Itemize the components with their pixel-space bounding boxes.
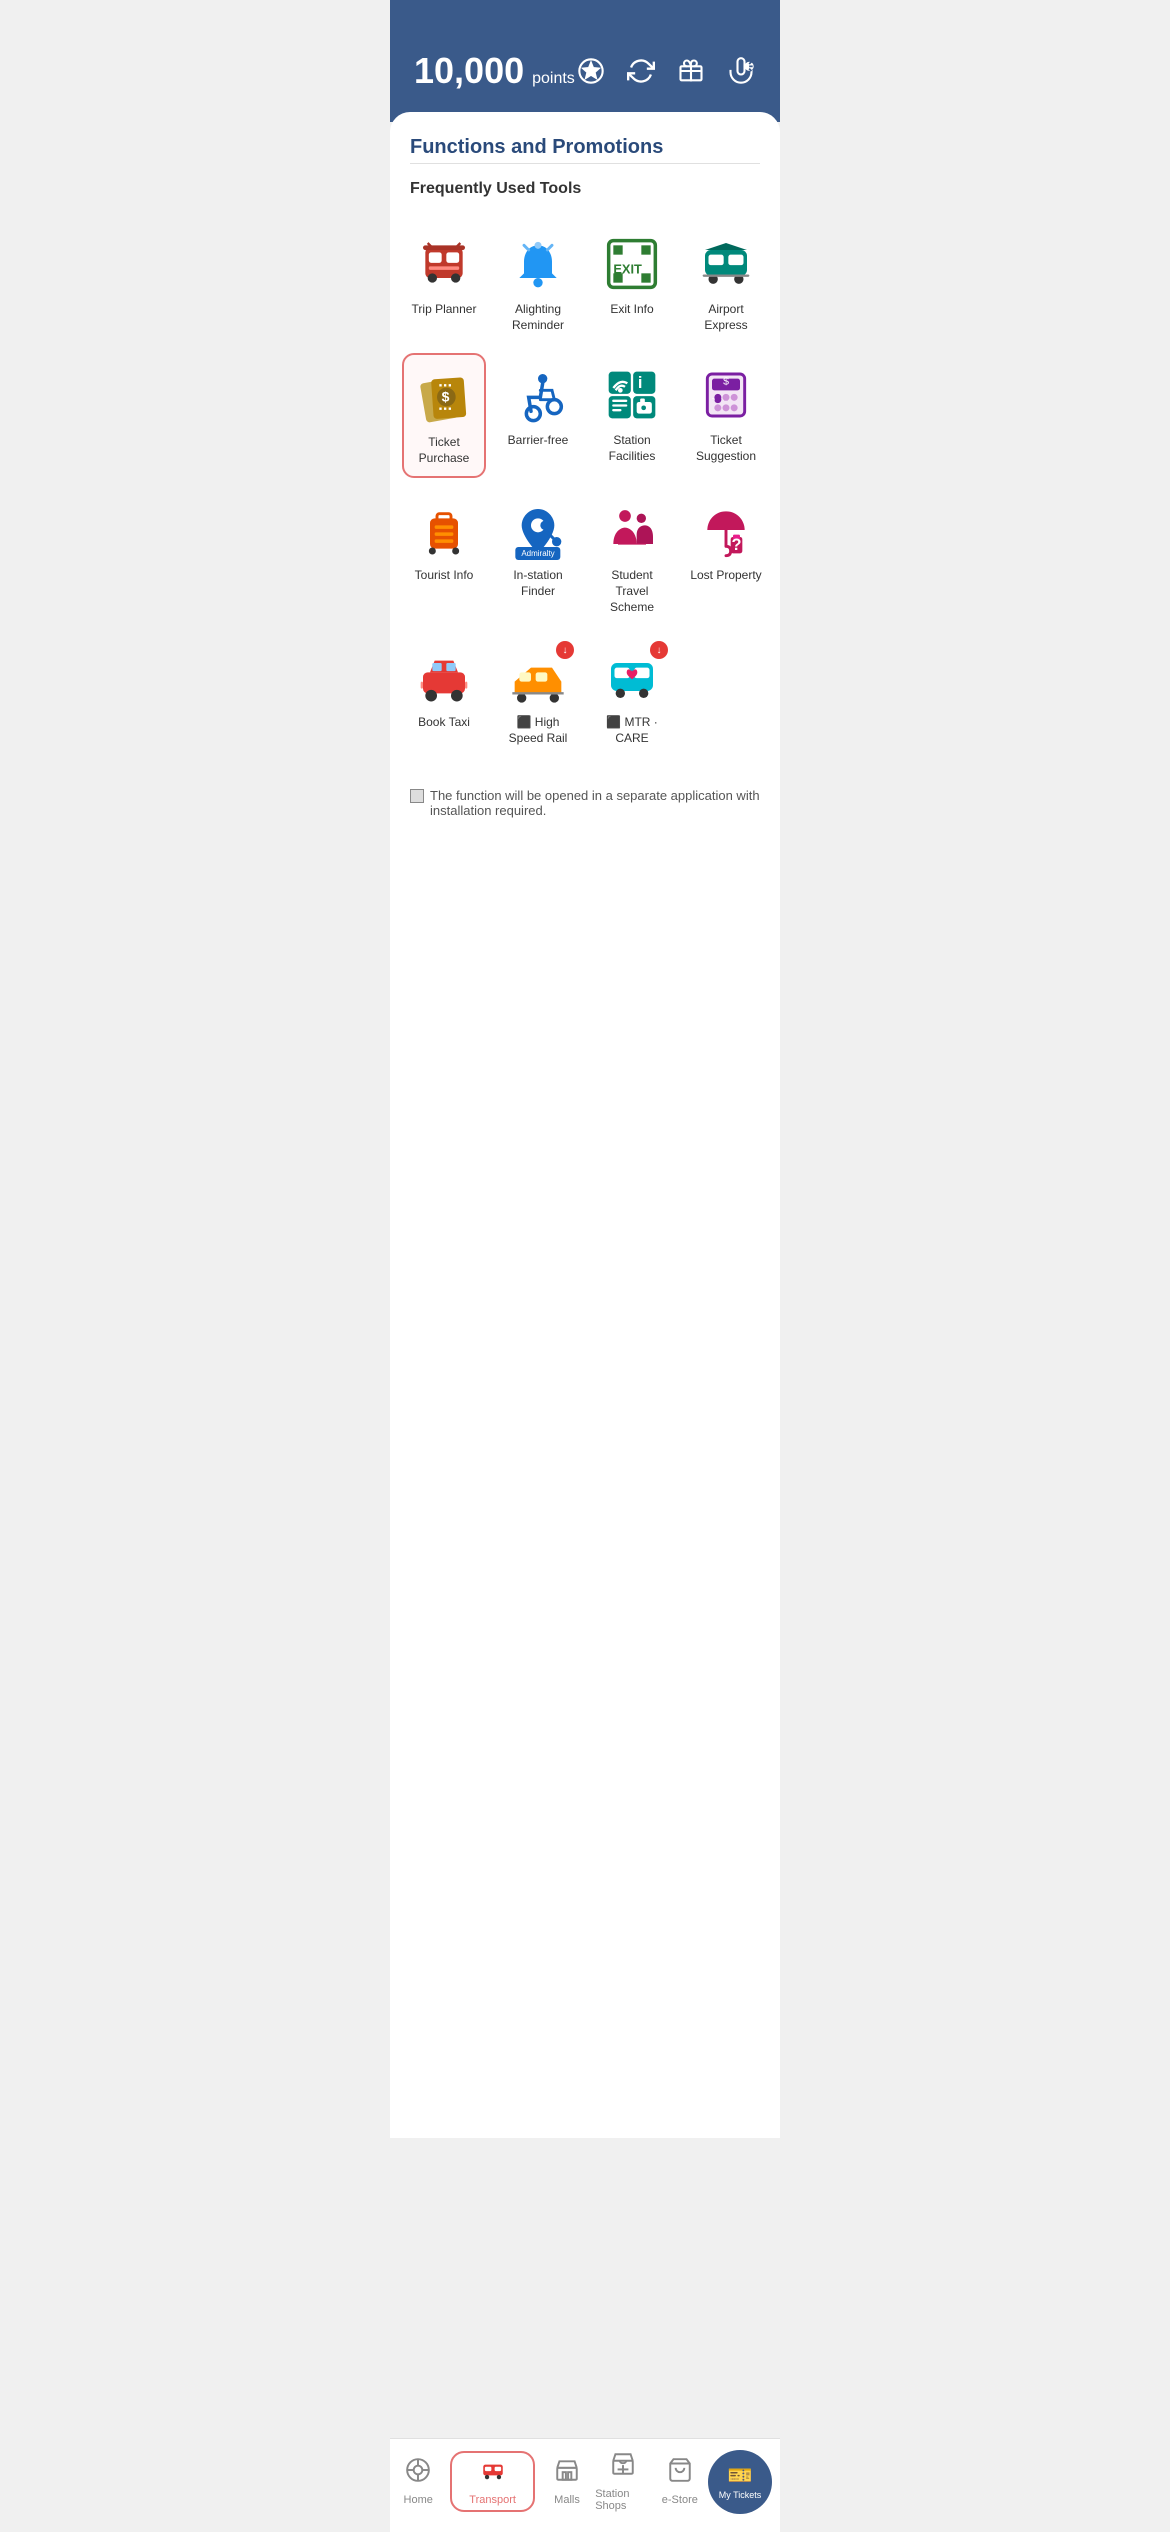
- train-orange-icon: ↓: [506, 645, 570, 709]
- umbrella-pink-icon: ?: [694, 498, 758, 562]
- svg-text:$: $: [723, 376, 729, 388]
- nav-malls[interactable]: Malls: [539, 2453, 595, 2510]
- my-tickets-button[interactable]: 🎫 My Tickets: [708, 2450, 772, 2514]
- download-badge: ↓: [556, 641, 574, 659]
- tool-in-station-finder[interactable]: Admiralty In-station Finder: [496, 488, 580, 625]
- tool-tourist-info[interactable]: Tourist Info: [402, 488, 486, 625]
- calculator-purple-icon: + × ÷ − $: [694, 363, 758, 427]
- tool-exit-info[interactable]: EXIT Exit Info: [590, 222, 674, 343]
- train-teal-icon: [694, 232, 758, 296]
- lost-property-label: Lost Property: [690, 568, 761, 584]
- ticket-suggestion-label: Ticket Suggestion: [688, 433, 764, 464]
- download-badge-care: ↓: [650, 641, 668, 659]
- luggage-orange-icon: [412, 498, 476, 562]
- book-taxi-label: Book Taxi: [418, 715, 470, 731]
- tool-ticket-suggestion[interactable]: + × ÷ − $ Ticket Suggestion: [684, 353, 768, 478]
- section-title: Functions and Promotions: [390, 112, 780, 163]
- nav-transport-label: Transport: [469, 2494, 516, 2506]
- note-section: The function will be opened in a separat…: [390, 772, 780, 834]
- transport-icon: [480, 2457, 506, 2490]
- ticket-purchase-label: Ticket Purchase: [408, 435, 480, 466]
- exit-info-label: Exit Info: [610, 302, 653, 318]
- tool-student-travel[interactable]: Student Travel Scheme: [590, 488, 674, 625]
- tool-book-taxi[interactable]: Book Taxi: [402, 635, 486, 756]
- tool-barrier-free[interactable]: Barrier-free: [496, 353, 580, 478]
- note-text: The function will be opened in a separat…: [430, 788, 760, 818]
- tool-station-facilities[interactable]: i Station Facilities: [590, 353, 674, 478]
- wifi-teal-icon: i: [600, 363, 664, 427]
- nav-e-store[interactable]: e-Store: [652, 2453, 708, 2510]
- people-pink-icon: [600, 498, 664, 562]
- svg-text:$: $: [442, 389, 450, 405]
- svg-text:i: i: [638, 374, 643, 392]
- wheelchair-blue-icon: [506, 363, 570, 427]
- train-red-icon: [412, 232, 476, 296]
- mtr-care-label: ⬛ MTR · CARE: [594, 715, 670, 746]
- nav-station-shops[interactable]: Station Shops: [595, 2447, 651, 2516]
- train-cyan-icon: ↓: [600, 645, 664, 709]
- ticket-gold-icon: $: [412, 365, 476, 429]
- nav-e-store-label: e-Store: [662, 2494, 698, 2506]
- tool-mtr-care[interactable]: ↓ ⬛ MTR · CARE: [590, 635, 674, 756]
- subsection-title: Frequently Used Tools: [390, 164, 780, 206]
- speaker-icon[interactable]: [725, 55, 757, 87]
- tool-lost-property[interactable]: ? Lost Property: [684, 488, 768, 625]
- gift-icon[interactable]: [675, 55, 707, 87]
- alighting-reminder-label: Alighting Reminder: [500, 302, 576, 333]
- malls-icon: [554, 2457, 580, 2490]
- nav-home[interactable]: Home: [390, 2453, 446, 2510]
- points-number: 10,000: [414, 50, 524, 92]
- tool-trip-planner[interactable]: Trip Planner: [402, 222, 486, 343]
- barrier-free-label: Barrier-free: [508, 433, 569, 449]
- header: 10,000 points: [390, 0, 780, 122]
- nav-home-label: Home: [404, 2494, 433, 2506]
- map-blue-icon: Admiralty: [506, 498, 570, 562]
- high-speed-rail-label: ⬛ High Speed Rail: [500, 715, 576, 746]
- bottom-nav: Home Transport Malls: [390, 2438, 780, 2532]
- tools-grid: Trip Planner Alighting Reminder EXIT: [390, 206, 780, 772]
- tool-alighting-reminder[interactable]: Alighting Reminder: [496, 222, 580, 343]
- taxi-red-icon: [412, 645, 476, 709]
- nav-station-shops-label: Station Shops: [595, 2488, 651, 2512]
- main-content: Functions and Promotions Frequently Used…: [390, 112, 780, 2138]
- ticket-icon: 🎫: [728, 2463, 753, 2488]
- bell-blue-icon: [506, 232, 570, 296]
- points-label: points: [532, 70, 575, 88]
- airport-express-label: Airport Express: [688, 302, 764, 333]
- svg-text:?: ?: [732, 536, 742, 554]
- trip-planner-label: Trip Planner: [412, 302, 477, 318]
- tool-ticket-purchase[interactable]: $ Ticket Purchase: [402, 353, 486, 478]
- nav-malls-label: Malls: [554, 2494, 580, 2506]
- tool-airport-express[interactable]: Airport Express: [684, 222, 768, 343]
- exit-green-icon: EXIT: [600, 232, 664, 296]
- star-icon[interactable]: [575, 55, 607, 87]
- points-section: 10,000 points: [414, 50, 575, 92]
- note-checkbox-icon: [410, 789, 424, 803]
- in-station-finder-label: In-station Finder: [500, 568, 576, 599]
- nav-transport[interactable]: Transport: [450, 2451, 534, 2512]
- student-travel-label: Student Travel Scheme: [594, 568, 670, 615]
- tourist-info-label: Tourist Info: [415, 568, 474, 584]
- refresh-icon[interactable]: [625, 55, 657, 87]
- tool-high-speed-rail[interactable]: ↓ ⬛ High Speed Rail: [496, 635, 580, 756]
- header-icons: [575, 55, 757, 87]
- my-tickets-label: My Tickets: [719, 2490, 762, 2500]
- station-facilities-label: Station Facilities: [594, 433, 670, 464]
- home-icon: [405, 2457, 431, 2490]
- station-shops-icon: [610, 2451, 636, 2484]
- e-store-icon: [667, 2457, 693, 2490]
